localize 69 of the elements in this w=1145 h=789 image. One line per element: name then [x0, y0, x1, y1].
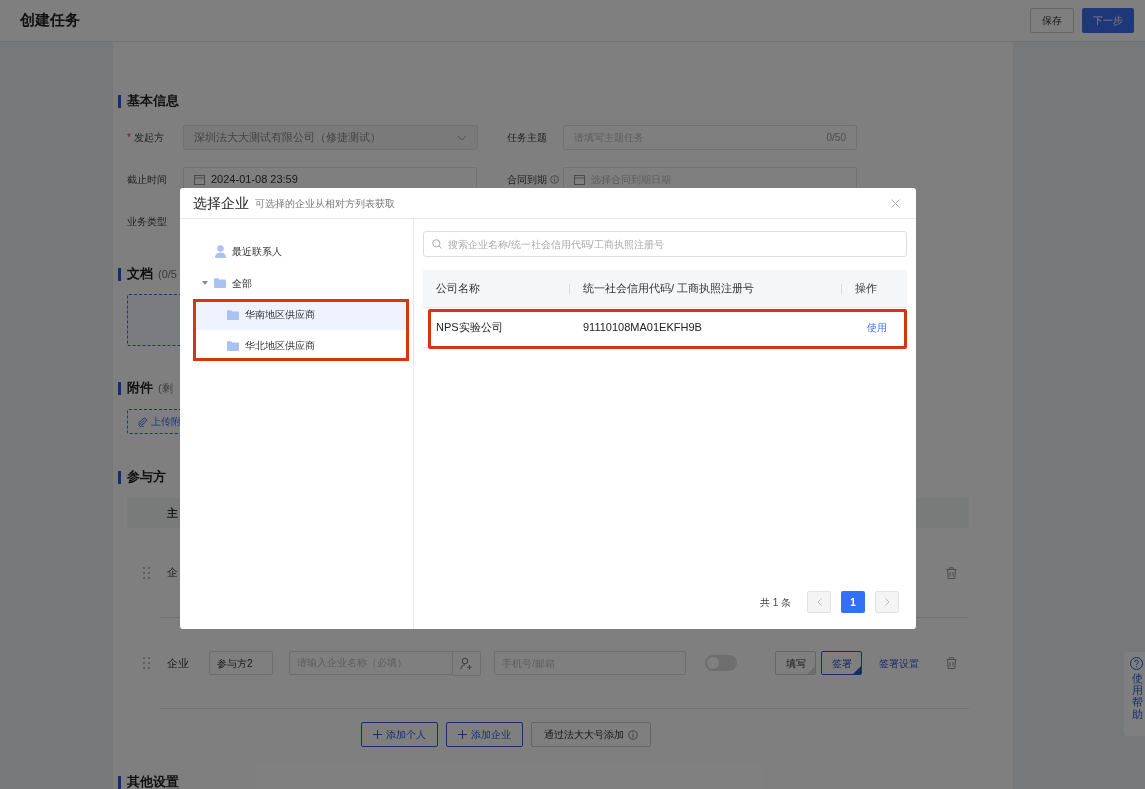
section-title: 其他设置 — [127, 773, 179, 789]
drag-handle-icon[interactable] — [143, 566, 150, 579]
tree-item[interactable]: 最近联系人 — [193, 235, 409, 267]
question-icon — [1130, 657, 1143, 670]
trash-icon[interactable] — [946, 566, 957, 579]
field-label: 截止时间 — [127, 173, 167, 187]
folder-icon — [214, 278, 226, 288]
add-contact-button[interactable] — [453, 650, 481, 676]
party-type-label: 企业 — [167, 655, 190, 671]
total-count: 共 1 条 — [759, 595, 791, 610]
close-icon[interactable] — [891, 198, 900, 208]
person-icon — [215, 244, 226, 258]
calendar-icon — [574, 174, 585, 185]
dialog-title: 选择企业 — [193, 193, 249, 213]
help-tab[interactable]: 使用帮助 — [1124, 652, 1145, 736]
dialog-subtitle: 可选择的企业从相对方列表获取 — [255, 196, 395, 211]
calendar-icon — [194, 174, 205, 185]
page-title: 创建任务 — [20, 10, 80, 31]
plus-icon — [457, 730, 467, 739]
chevron-left-icon — [816, 598, 822, 606]
folder-icon — [227, 340, 239, 351]
add-by-account-button[interactable]: 通过法大大号添加 — [530, 722, 651, 747]
field-label: 合同到期 — [507, 173, 547, 187]
paperclip-icon — [138, 416, 147, 427]
document-count: (0/5 — [158, 266, 177, 282]
column-header: 统一社会信用代码/ 工商执照注册号 — [582, 281, 756, 297]
required-mark: * — [127, 131, 131, 145]
tree-item[interactable]: 全部 — [193, 267, 409, 299]
section-title: 文档 — [127, 265, 153, 284]
trash-icon[interactable] — [946, 657, 957, 669]
field-label: 任务主题 — [507, 131, 547, 145]
section-title: 基本信息 — [127, 92, 179, 111]
section-title: 附件 — [127, 379, 153, 398]
person-add-icon — [460, 656, 473, 670]
column-header: 主 — [167, 505, 178, 521]
attachment-quota: (剩 — [158, 380, 173, 396]
signing-settings-link[interactable]: 签署设置 — [879, 655, 919, 671]
section-title: 参与方 — [127, 468, 166, 487]
column-header: 公司名称 — [435, 281, 481, 297]
folder-icon — [227, 309, 239, 320]
drag-handle-icon[interactable] — [143, 657, 150, 669]
plus-icon — [372, 730, 382, 739]
section-marker — [118, 381, 121, 395]
column-header: 操作 — [854, 281, 877, 297]
add-party-button[interactable]: 添加企业 — [445, 722, 523, 747]
search-icon — [432, 239, 442, 249]
section-marker — [118, 267, 121, 281]
expand-caret-icon[interactable] — [202, 280, 208, 286]
section-marker — [118, 775, 121, 789]
role-option[interactable]: 填写 — [775, 651, 816, 675]
field-label: 发起方 — [133, 131, 164, 145]
field-label: 业务类型 — [127, 215, 167, 229]
chevron-down-icon — [457, 134, 467, 141]
table-cell-text: 91110108MA01EKFH9B — [583, 320, 703, 336]
table-cell-text: NPS实验公司 — [435, 320, 504, 336]
role-option[interactable]: 签署 — [821, 651, 862, 675]
previous-page-button[interactable] — [807, 591, 831, 613]
page-button[interactable]: 1 — [841, 591, 865, 613]
chevron-right-icon — [884, 598, 890, 606]
tree-item[interactable]: 华南地区供应商 — [193, 299, 409, 330]
use-link[interactable]: 使用 — [867, 320, 887, 335]
section-marker — [118, 94, 121, 108]
next-page-button[interactable] — [875, 591, 899, 613]
party-type-label: 企 — [167, 565, 178, 581]
section-marker — [118, 470, 121, 484]
info-icon — [627, 729, 638, 740]
header-button[interactable]: 保存 — [1030, 8, 1074, 33]
add-party-button[interactable]: 添加个人 — [360, 722, 438, 747]
party-name-field[interactable]: 参与方2 — [209, 651, 273, 675]
